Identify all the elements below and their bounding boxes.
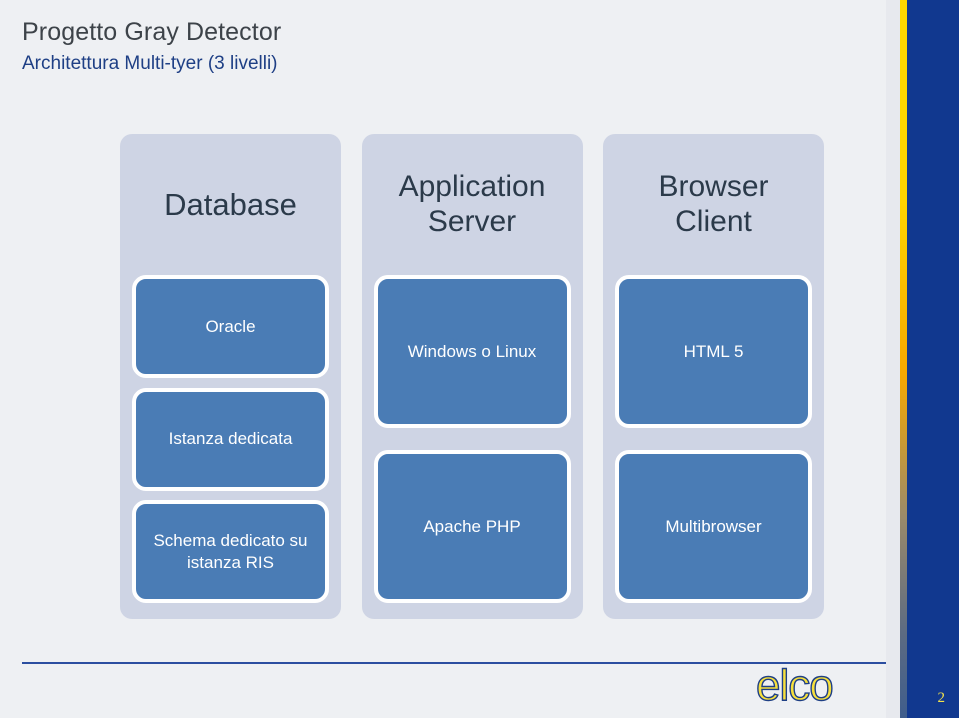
page-title: Progetto Gray Detector bbox=[22, 18, 282, 46]
right-gutter bbox=[886, 0, 900, 718]
tier-box-istanza-dedicata[interactable]: Istanza dedicata bbox=[132, 387, 329, 491]
tier-body-application-server: Windows o Linux Apache PHP bbox=[373, 275, 571, 603]
tier-box-schema-dedicato[interactable]: Schema dedicato su istanza RIS bbox=[132, 500, 329, 603]
tier-heading-browser-client: Browser Client bbox=[658, 169, 769, 238]
tier-box-multibrowser[interactable]: Multibrowser bbox=[615, 450, 812, 603]
page-subtitle: Architettura Multi-tyer (3 livelli) bbox=[22, 52, 278, 74]
slide-header: Progetto Gray Detector Architettura Mult… bbox=[22, 18, 722, 75]
elco-logo: elco bbox=[755, 662, 834, 708]
tier-column-database: Database Oracle Istanza dedicata Schema … bbox=[120, 134, 341, 619]
right-band: 2 bbox=[907, 0, 959, 718]
tier-body-database: Oracle Istanza dedicata Schema dedicato … bbox=[132, 275, 329, 603]
tier-heading-application-server: Application Server bbox=[398, 169, 546, 238]
slide: Progetto Gray Detector Architettura Mult… bbox=[0, 0, 959, 718]
page-number: 2 bbox=[937, 690, 946, 706]
tier-columns: Database Oracle Istanza dedicata Schema … bbox=[120, 134, 824, 619]
tier-column-browser-client: Browser Client HTML 5 Multibrowser bbox=[603, 134, 824, 619]
accent-stripe bbox=[900, 0, 907, 718]
tier-box-html-5[interactable]: HTML 5 bbox=[615, 275, 812, 428]
tier-box-oracle[interactable]: Oracle bbox=[132, 275, 329, 378]
tier-column-application-server: Application Server Windows o Linux Apach… bbox=[361, 134, 583, 619]
tier-body-browser-client: HTML 5 Multibrowser bbox=[615, 275, 812, 603]
tier-box-windows-o-linux[interactable]: Windows o Linux bbox=[373, 275, 571, 428]
elco-logo-text: elco bbox=[756, 662, 833, 708]
tier-heading-database: Database bbox=[164, 186, 297, 222]
tier-box-apache-php[interactable]: Apache PHP bbox=[373, 450, 571, 603]
